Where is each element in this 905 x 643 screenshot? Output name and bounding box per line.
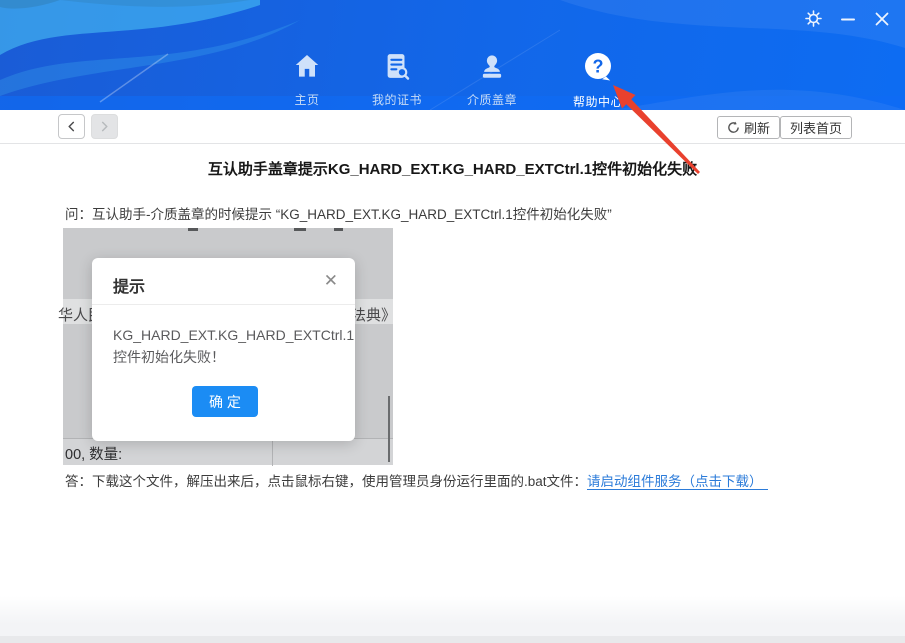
question-text: 问：互认助手-介质盖章的时候提示 “KG_HARD_EXT.KG_HARD_EX… bbox=[65, 203, 612, 223]
embedded-screenshot: 华人民 法典》 00, 数量: 提示 ✕ KG_HARD_EXT.KG_HARD… bbox=[63, 228, 393, 465]
clipped-text-mark bbox=[294, 228, 306, 231]
list-home-button[interactable]: 列表首页 bbox=[780, 116, 852, 139]
svg-text:?: ? bbox=[592, 57, 603, 77]
tab-help-center[interactable]: ? 帮助中心 bbox=[573, 51, 623, 110]
tab-media-stamp[interactable]: 介质盖章 bbox=[467, 51, 517, 108]
refresh-label: 刷新 bbox=[744, 118, 770, 137]
home-icon bbox=[292, 51, 322, 86]
dialog-message-line1: KG_HARD_EXT.KG_HARD_EXTCtrl.1 bbox=[113, 324, 343, 346]
tab-help-center-label: 帮助中心 bbox=[573, 93, 623, 110]
question-bubble-icon: ? bbox=[582, 51, 614, 88]
footer-strip bbox=[0, 636, 905, 643]
background-text-fragment-bottom: 00, 数量: bbox=[65, 443, 122, 464]
chevron-right-icon bbox=[99, 121, 110, 132]
background-table-row: 00, 数量: bbox=[63, 438, 393, 465]
close-icon[interactable] bbox=[872, 9, 891, 28]
settings-gear-icon[interactable] bbox=[804, 9, 823, 28]
clipped-text-mark bbox=[334, 228, 343, 231]
table-edge-border bbox=[388, 396, 390, 462]
stamp-icon bbox=[477, 51, 507, 86]
dialog-message-line2: 控件初始化失败！ bbox=[113, 346, 343, 368]
forward-button[interactable] bbox=[91, 114, 118, 139]
refresh-icon bbox=[727, 121, 740, 134]
download-component-service-link[interactable]: 请启动组件服务（点击下载） bbox=[587, 474, 768, 490]
clipped-text-mark bbox=[188, 228, 198, 231]
refresh-button[interactable]: 刷新 bbox=[717, 116, 780, 139]
back-button[interactable] bbox=[58, 114, 85, 139]
window-controls bbox=[804, 9, 891, 28]
dialog-message: KG_HARD_EXT.KG_HARD_EXTCtrl.1 控件初始化失败！ bbox=[113, 324, 343, 368]
answer-text: 答：下载这个文件，解压出来后，点击鼠标右键，使用管理员身份运行里面的.bat文件… bbox=[65, 470, 768, 490]
header-wave-decoration bbox=[0, 0, 905, 110]
dialog-close-icon[interactable]: ✕ bbox=[324, 271, 338, 291]
tab-media-stamp-label: 介质盖章 bbox=[467, 91, 517, 108]
table-cell-border bbox=[272, 439, 273, 466]
certificate-search-icon bbox=[382, 51, 412, 86]
tab-home[interactable]: 主页 bbox=[292, 51, 322, 108]
chevron-left-icon bbox=[66, 121, 77, 132]
tab-my-certificates[interactable]: 我的证书 bbox=[372, 51, 422, 108]
page-toolbar: 刷新 列表首页 bbox=[0, 110, 905, 144]
list-home-label: 列表首页 bbox=[790, 118, 842, 137]
app-header: 主页 我的证书 介质盖章 ? bbox=[0, 0, 905, 110]
dialog-ok-button[interactable]: 确 定 bbox=[192, 386, 258, 417]
tab-my-certificates-label: 我的证书 bbox=[372, 91, 422, 108]
alert-dialog: 提示 ✕ KG_HARD_EXT.KG_HARD_EXTCtrl.1 控件初始化… bbox=[92, 258, 355, 441]
article-title: 互认助手盖章提示KG_HARD_EXT.KG_HARD_EXTCtrl.1控件初… bbox=[0, 158, 905, 179]
background-text-fragment-right: 法典》 bbox=[351, 304, 393, 325]
answer-prefix: 答：下载这个文件，解压出来后，点击鼠标右键，使用管理员身份运行里面的.bat文件… bbox=[65, 474, 587, 489]
tab-home-label: 主页 bbox=[294, 91, 319, 108]
minimize-icon[interactable] bbox=[838, 9, 857, 28]
dialog-divider bbox=[92, 304, 355, 305]
dialog-title: 提示 bbox=[113, 273, 145, 297]
